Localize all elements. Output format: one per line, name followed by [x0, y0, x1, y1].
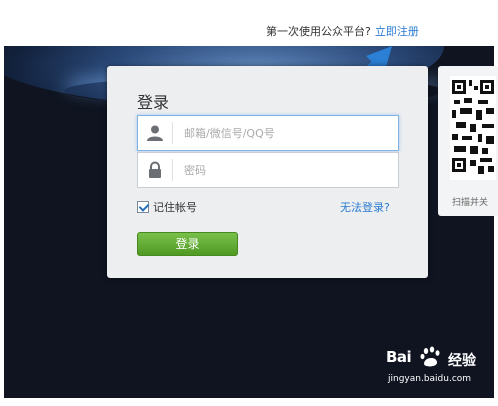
login-panel: 登录 记住帐号 无法登录? 登录: [107, 66, 428, 278]
login-button[interactable]: 登录: [137, 232, 238, 256]
register-prompt-text: 第一次使用公众平台?: [266, 25, 371, 38]
register-link[interactable]: 立即注册: [375, 25, 419, 38]
qr-panel: 扫描并关: [438, 66, 498, 216]
qr-code: [450, 76, 496, 180]
remember-checkbox[interactable]: [137, 201, 149, 213]
watermark-url: jingyan.baidu.com: [388, 374, 472, 384]
remember-label: 记住帐号: [153, 201, 197, 214]
forgot-login-link[interactable]: 无法登录?: [340, 199, 390, 215]
baidu-paw-icon: [420, 346, 440, 367]
lock-icon: [138, 153, 172, 187]
baidu-jingyan-watermark: Bai 经验 jingyan.baidu.com: [382, 344, 494, 396]
field-separator: [172, 159, 173, 181]
top-bar: 第一次使用公众平台? 立即注册: [0, 0, 498, 46]
qr-caption: 扫描并关: [452, 198, 489, 208]
account-field[interactable]: [137, 115, 399, 151]
password-input[interactable]: [184, 153, 394, 187]
register-prompt: 第一次使用公众平台? 立即注册: [266, 23, 419, 39]
account-input[interactable]: [184, 116, 394, 150]
watermark-brand: Bai: [386, 348, 412, 366]
password-field[interactable]: [137, 152, 399, 188]
user-icon: [138, 116, 172, 150]
login-title: 登录: [137, 93, 170, 112]
remember-account[interactable]: 记住帐号: [137, 199, 197, 215]
field-separator: [172, 122, 173, 144]
watermark-product: 经验: [448, 353, 476, 369]
